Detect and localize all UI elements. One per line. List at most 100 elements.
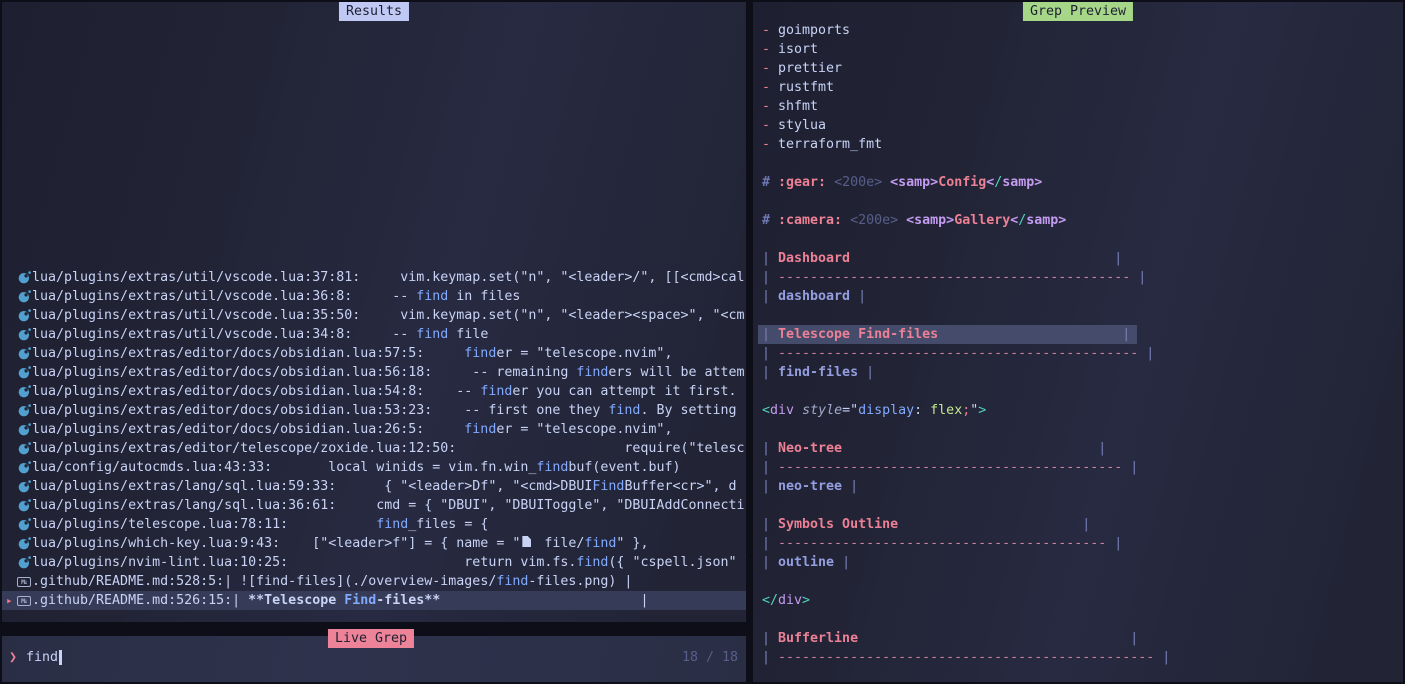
result-row[interactable]: lua/plugins/extras/editor/docs/obsidian.… [2, 420, 746, 439]
result-row[interactable]: lua/plugins/telescope.lua:78:11: find_fi… [2, 515, 746, 534]
result-row[interactable]: lua/plugins/extras/util/vscode.lua:36:8:… [2, 287, 746, 306]
result-text: lua/config/autocmds.lua:43:33: local win… [32, 458, 746, 477]
preview-line: | dashboard | [762, 287, 1403, 306]
preview-content: - goimports- isort- prettier- rustfmt- s… [762, 21, 1403, 667]
live-grep-title: Live Grep [328, 629, 414, 648]
result-text: lua/plugins/extras/util/vscode.lua:35:50… [32, 306, 746, 325]
result-text: lua/plugins/which-key.lua:9:43: ["<leade… [32, 534, 746, 553]
preview-line: - prettier [762, 59, 1403, 78]
result-text: lua/plugins/extras/util/vscode.lua:34:8:… [32, 325, 746, 344]
preview-highlighted-line: | Telescope Find-files | [758, 325, 1137, 344]
result-row[interactable]: lua/plugins/extras/editor/telescope/zoxi… [2, 439, 746, 458]
result-row[interactable]: lua/plugins/which-key.lua:9:43: ["<leade… [2, 534, 746, 553]
preview-line: - stylua [762, 116, 1403, 135]
result-row[interactable]: lua/plugins/nvim-lint.lua:10:25: return … [2, 553, 746, 572]
preview-line: | Symbols Outline | [762, 515, 1403, 534]
text-cursor [59, 650, 62, 665]
lua-icon [16, 347, 32, 360]
preview-line: - rustfmt [762, 78, 1403, 97]
preview-line [762, 496, 1403, 515]
lua-icon [16, 518, 32, 531]
preview-line: # :gear: <200e> <samp>Config</samp> [762, 173, 1403, 192]
result-text: lua/plugins/extras/editor/telescope/zoxi… [32, 439, 746, 458]
preview-line [762, 230, 1403, 249]
prompt-prefix-icon: ❯ [9, 650, 26, 665]
lua-icon [16, 480, 32, 493]
preview-line: # :camera: <200e> <samp>Gallery</samp> [762, 211, 1403, 230]
result-text: lua/plugins/telescope.lua:78:11: find_fi… [32, 515, 746, 534]
preview-line: - terraform_fmt [762, 135, 1403, 154]
preview-line: | --------------------------------------… [762, 344, 1403, 363]
preview-line: | outline | [762, 553, 1403, 572]
selection-caret-icon: ▸ [4, 591, 16, 610]
preview-line [762, 154, 1403, 173]
preview-line: | Neo-tree | [762, 439, 1403, 458]
result-text: lua/plugins/extras/editor/docs/obsidian.… [32, 382, 746, 401]
result-row[interactable]: lua/plugins/extras/editor/docs/obsidian.… [2, 401, 746, 420]
preview-line [762, 192, 1403, 211]
grep-preview-title: Grep Preview [1023, 2, 1133, 21]
preview-line: | Telescope Find-files | [762, 325, 1403, 344]
result-text: lua/plugins/extras/util/vscode.lua:37:81… [32, 268, 746, 287]
markdown-icon: M↓ [16, 577, 32, 587]
preview-line: | Bufferline | [762, 629, 1403, 648]
results-counter: 18 / 18 [682, 650, 738, 665]
search-query: find [26, 650, 58, 665]
markdown-icon: M↓ [16, 596, 32, 606]
lua-icon [16, 290, 32, 303]
preview-line [762, 382, 1403, 401]
preview-line [762, 306, 1403, 325]
preview-line: | neo-tree | [762, 477, 1403, 496]
result-text: .github/README.md:526:15:| **Telescope F… [32, 591, 746, 610]
result-text: lua/plugins/extras/util/vscode.lua:36:8:… [32, 287, 746, 306]
preview-line: <div style="display: flex;"> [762, 401, 1403, 420]
result-row[interactable]: lua/plugins/extras/util/vscode.lua:34:8:… [2, 325, 746, 344]
result-row[interactable]: lua/plugins/extras/lang/sql.lua:36:61: c… [2, 496, 746, 515]
result-row[interactable]: lua/config/autocmds.lua:43:33: local win… [2, 458, 746, 477]
results-title: Results [339, 2, 409, 21]
result-text: lua/plugins/extras/editor/docs/obsidian.… [32, 401, 746, 420]
lua-icon [16, 537, 32, 550]
results-panel: lua/plugins/extras/util/vscode.lua:37:81… [2, 2, 746, 622]
result-row[interactable]: lua/plugins/extras/editor/docs/obsidian.… [2, 363, 746, 382]
preview-line [762, 610, 1403, 629]
preview-line: | --------------------------------------… [762, 648, 1403, 667]
result-row[interactable]: lua/plugins/extras/util/vscode.lua:37:81… [2, 268, 746, 287]
preview-line: - isort [762, 40, 1403, 59]
search-input[interactable]: ❯ find 18 / 18 [9, 648, 738, 667]
result-text: lua/plugins/extras/lang/sql.lua:36:61: c… [32, 496, 746, 515]
preview-line: | --------------------------------------… [762, 268, 1403, 287]
lua-icon [16, 404, 32, 417]
preview-line [762, 420, 1403, 439]
preview-line: </div> [762, 591, 1403, 610]
result-text: .github/README.md:528:5:| ![find-files](… [32, 572, 746, 591]
lua-icon [16, 328, 32, 341]
result-text: lua/plugins/nvim-lint.lua:10:25: return … [32, 553, 746, 572]
file-icon [522, 536, 531, 547]
lua-icon [16, 309, 32, 322]
preview-line: | Dashboard | [762, 249, 1403, 268]
result-row[interactable]: lua/plugins/extras/lang/sql.lua:59:33: {… [2, 477, 746, 496]
preview-line: | --------------------------------------… [762, 458, 1403, 477]
preview-line: | find-files | [762, 363, 1403, 382]
preview-panel: - goimports- isort- prettier- rustfmt- s… [753, 2, 1403, 682]
lua-icon [16, 499, 32, 512]
result-row[interactable]: ▸M↓.github/README.md:526:15:| **Telescop… [2, 591, 746, 610]
preview-line: - shfmt [762, 97, 1403, 116]
result-row[interactable]: lua/plugins/extras/editor/docs/obsidian.… [2, 382, 746, 401]
result-row[interactable]: lua/plugins/extras/editor/docs/obsidian.… [2, 344, 746, 363]
result-text: lua/plugins/extras/editor/docs/obsidian.… [32, 363, 746, 382]
lua-icon [16, 556, 32, 569]
result-text: lua/plugins/extras/editor/docs/obsidian.… [32, 344, 746, 363]
result-row[interactable]: lua/plugins/extras/util/vscode.lua:35:50… [2, 306, 746, 325]
result-row[interactable]: M↓.github/README.md:528:5:| ![find-files… [2, 572, 746, 591]
result-text: lua/plugins/extras/editor/docs/obsidian.… [32, 420, 746, 439]
lua-icon [16, 442, 32, 455]
lua-icon [16, 366, 32, 379]
lua-icon [16, 461, 32, 474]
preview-line: - goimports [762, 21, 1403, 40]
result-text: lua/plugins/extras/lang/sql.lua:59:33: {… [32, 477, 746, 496]
preview-line [762, 572, 1403, 591]
lua-icon [16, 423, 32, 436]
preview-line: | --------------------------------------… [762, 534, 1403, 553]
